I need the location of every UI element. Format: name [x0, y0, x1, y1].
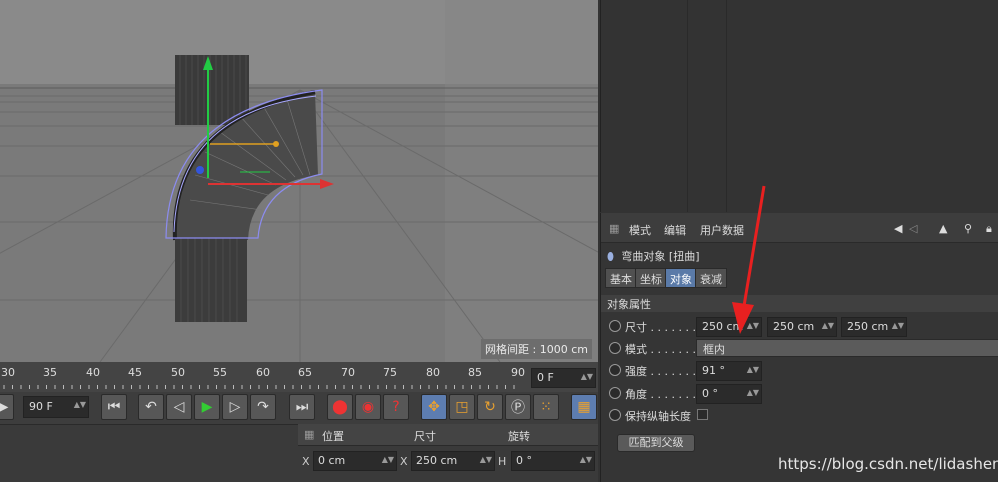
cinema4d-window: 网格间距 : 1000 cm 30 35 40 45 50 55 60 65 7… [0, 0, 998, 482]
watermark-text: https://blog.csdn.net/lidashent [778, 455, 998, 473]
annotation-arrow [732, 185, 766, 334]
